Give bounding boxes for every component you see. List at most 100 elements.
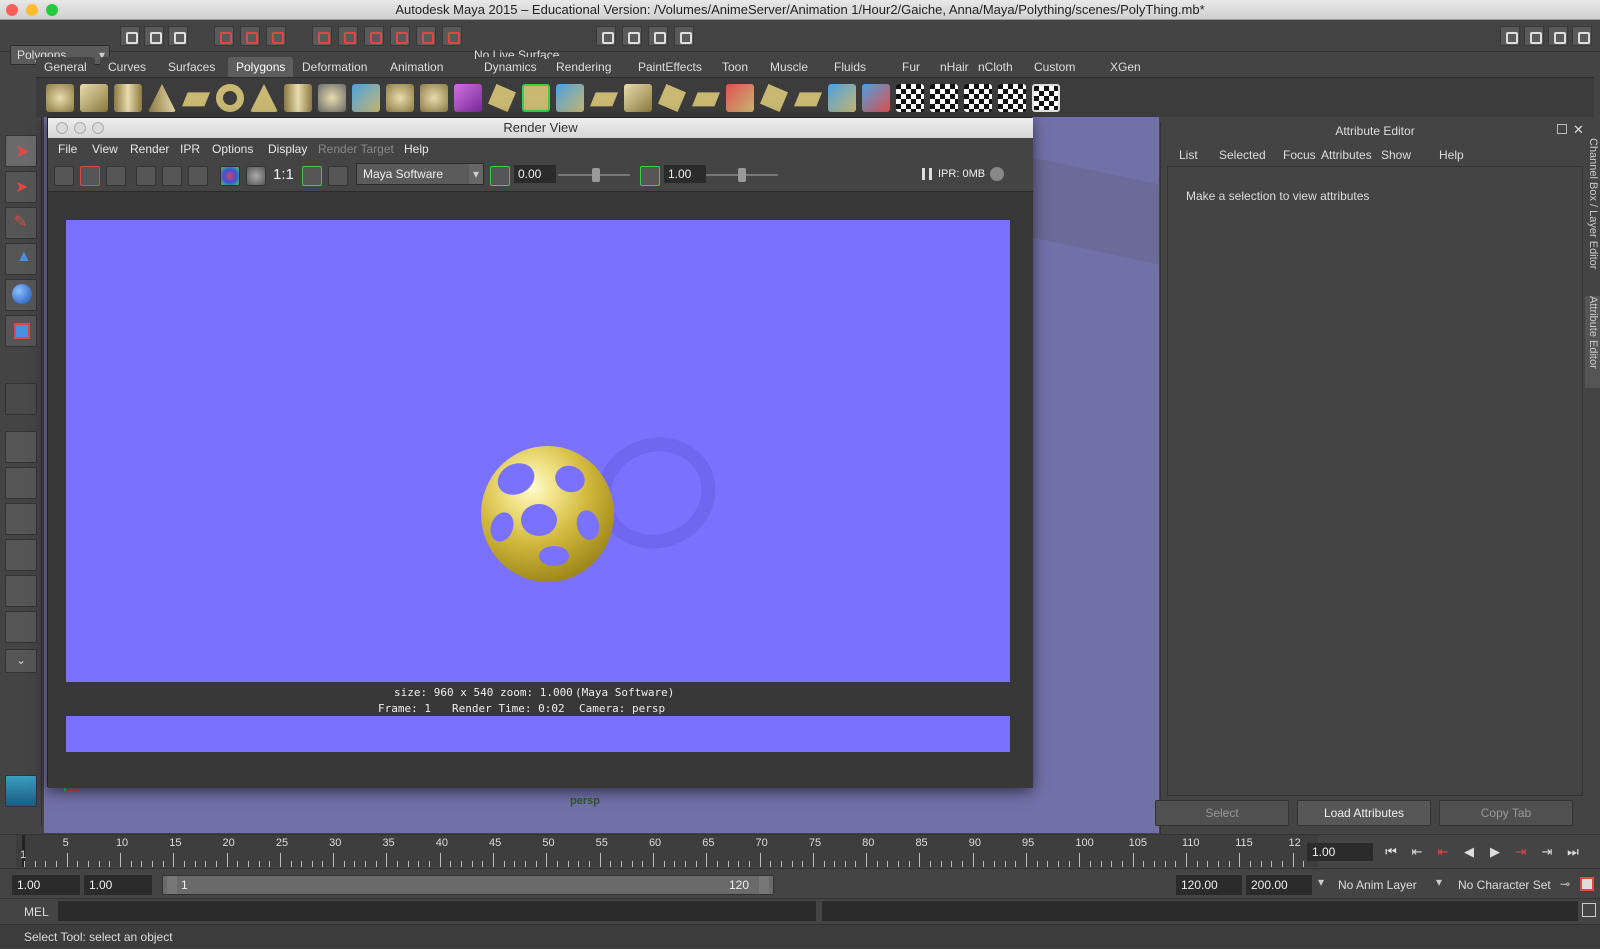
anim-layer-dropdown[interactable]: No Anim Layer <box>1338 878 1417 892</box>
minimize-window-button[interactable] <box>26 4 38 16</box>
combine-icon[interactable] <box>352 84 380 112</box>
open-scene-icon[interactable] <box>144 26 164 46</box>
insert-edge-loop-icon[interactable] <box>624 84 652 112</box>
four-view-layout-icon[interactable] <box>5 467 37 499</box>
float-panel-icon[interactable] <box>1557 124 1567 134</box>
end-time-field[interactable]: 200.00 <box>1246 875 1312 895</box>
close-icon[interactable]: ✕ <box>1573 122 1584 138</box>
script-editor-icon[interactable] <box>1582 903 1596 917</box>
refresh-ipr-icon[interactable] <box>162 166 182 186</box>
shelf-tab-dynamics[interactable]: Dynamics <box>476 57 545 77</box>
spherical-mapping-icon[interactable] <box>964 84 992 112</box>
poly-plane-icon[interactable] <box>182 92 210 107</box>
render-current-frame-icon[interactable] <box>622 26 642 46</box>
single-perspective-layout-icon[interactable] <box>5 431 37 463</box>
shelf-tab-custom[interactable]: Custom <box>1026 57 1084 77</box>
shelf-tab-muscle[interactable]: Muscle <box>762 57 817 77</box>
poly-cube-icon[interactable] <box>80 84 108 112</box>
render-region-icon[interactable] <box>80 166 100 186</box>
go-to-start-icon[interactable]: ⏮ <box>1380 841 1402 863</box>
paint-select-tool-icon[interactable]: ✎ <box>5 207 37 239</box>
timeline[interactable]: 1 5 10 15 20 25 30 35 40 45 50 55 60 65 70 75 80 85 90 95 1… <box>16 835 1318 867</box>
range-slider-bar[interactable]: 1 120 <box>162 875 774 895</box>
render-view-menu-ipr[interactable]: IPR <box>180 142 200 156</box>
magnet-icon[interactable] <box>442 26 462 46</box>
rotate-tool-icon[interactable] <box>5 279 37 311</box>
load-attributes-button[interactable]: Load Attributes <box>1297 800 1431 826</box>
render-globals-icon[interactable] <box>674 26 694 46</box>
render-view-menu-render[interactable]: Render <box>130 142 169 156</box>
playback-end-field[interactable]: 120.00 <box>1176 875 1242 895</box>
render-view-minimize-button[interactable] <box>74 122 86 134</box>
snap-grid-icon[interactable] <box>312 26 332 46</box>
poly-pyramid-icon[interactable] <box>250 84 278 112</box>
renderer-dropdown[interactable]: Maya Software ▾ <box>356 163 484 185</box>
play-forwards-icon[interactable]: ▶ <box>1484 841 1506 863</box>
current-frame-field[interactable]: 1.00 <box>1307 843 1373 861</box>
gamma-icon[interactable] <box>640 166 660 186</box>
shelf-tab-general[interactable]: General <box>36 57 95 77</box>
outliner-layout-icon[interactable] <box>5 503 37 535</box>
attribute-editor-menu-show[interactable]: Show <box>1381 148 1411 162</box>
shelf-tab-animation[interactable]: Animation <box>382 57 452 77</box>
select-component-icon[interactable] <box>266 26 286 46</box>
ipr-render-icon[interactable] <box>136 166 156 186</box>
append-polygon-icon[interactable] <box>556 84 584 112</box>
command-language-label[interactable]: MEL <box>24 905 49 919</box>
render-view-menu-view[interactable]: View <box>92 142 118 156</box>
render-view-menu-help[interactable]: Help <box>404 142 429 156</box>
range-end-handle[interactable] <box>759 876 769 894</box>
sculpt-geometry-icon[interactable] <box>862 84 890 112</box>
poly-sphere-icon[interactable] <box>46 84 74 112</box>
range-start-handle[interactable] <box>167 876 177 894</box>
extrude-icon[interactable] <box>488 84 516 112</box>
remove-image-icon[interactable] <box>328 166 348 186</box>
render-view-menu-display[interactable]: Display <box>268 142 307 156</box>
layout-expand-icon[interactable]: ⌄ <box>5 649 37 673</box>
render-view-title-bar[interactable]: Render View <box>48 118 1033 138</box>
shelf-tab-fur[interactable]: Fur <box>894 57 928 77</box>
key-icon[interactable]: ⊸ <box>1560 877 1570 891</box>
shelf-tab-ncloth[interactable]: nCloth <box>970 57 1021 77</box>
merge-icon[interactable] <box>726 84 754 112</box>
pause-ipr-icon[interactable] <box>922 168 932 180</box>
move-tool-icon[interactable]: ▲ <box>5 243 37 275</box>
render-settings-icon[interactable] <box>596 26 616 46</box>
graph-editor-layout-icon[interactable] <box>5 539 37 571</box>
cylindrical-mapping-icon[interactable] <box>930 84 958 112</box>
shelf-tab-surfaces[interactable]: Surfaces <box>160 57 224 77</box>
select-tool-icon[interactable]: ➤ <box>5 135 37 167</box>
command-input[interactable] <box>58 901 816 921</box>
render-view-close-button[interactable] <box>56 122 68 134</box>
real-size-button[interactable]: 1:1 <box>273 166 294 183</box>
zoom-window-button[interactable] <box>46 4 58 16</box>
lasso-tool-icon[interactable]: ➤ <box>5 171 37 203</box>
exposure-slider[interactable] <box>558 168 630 182</box>
shelf-tab-xgen[interactable]: XGen <box>1102 57 1149 77</box>
attribute-editor-menu-help[interactable]: Help <box>1439 148 1464 162</box>
poly-soccer-ball-icon[interactable] <box>318 84 346 112</box>
shelf-tab-curves[interactable]: Curves <box>100 57 155 77</box>
render-view-menu-file[interactable]: File <box>58 142 77 156</box>
render-view-zoom-button[interactable] <box>92 122 104 134</box>
gamma-slider-handle[interactable] <box>738 168 746 182</box>
exposure-slider-handle[interactable] <box>592 168 600 182</box>
exposure-icon[interactable] <box>490 166 510 186</box>
shelf-tab-polygons[interactable]: Polygons <box>228 57 294 77</box>
render-view-menu-render-target[interactable]: Render Target <box>318 142 394 156</box>
copy-tab-button[interactable]: Copy Tab <box>1439 800 1573 826</box>
automatic-mapping-icon[interactable] <box>998 84 1026 112</box>
attribute-editor-toggle-icon[interactable] <box>1524 26 1544 46</box>
last-tool-icon[interactable] <box>5 383 37 415</box>
shelf-tab-fluids[interactable]: Fluids <box>826 57 875 77</box>
dope-sheet-layout-icon[interactable] <box>5 611 37 643</box>
modeling-toolkit-icon[interactable] <box>1500 26 1520 46</box>
select-object-icon[interactable] <box>240 26 260 46</box>
bridge-icon[interactable] <box>522 84 550 112</box>
attribute-editor-menu-list[interactable]: List <box>1179 148 1198 162</box>
redo-previous-render-icon[interactable] <box>54 166 74 186</box>
go-to-end-icon[interactable]: ⏭ <box>1562 841 1584 863</box>
bevel-icon[interactable] <box>692 92 720 107</box>
step-forward-frame-icon[interactable]: ⇥ <box>1536 841 1558 863</box>
smooth-icon[interactable] <box>420 84 448 112</box>
